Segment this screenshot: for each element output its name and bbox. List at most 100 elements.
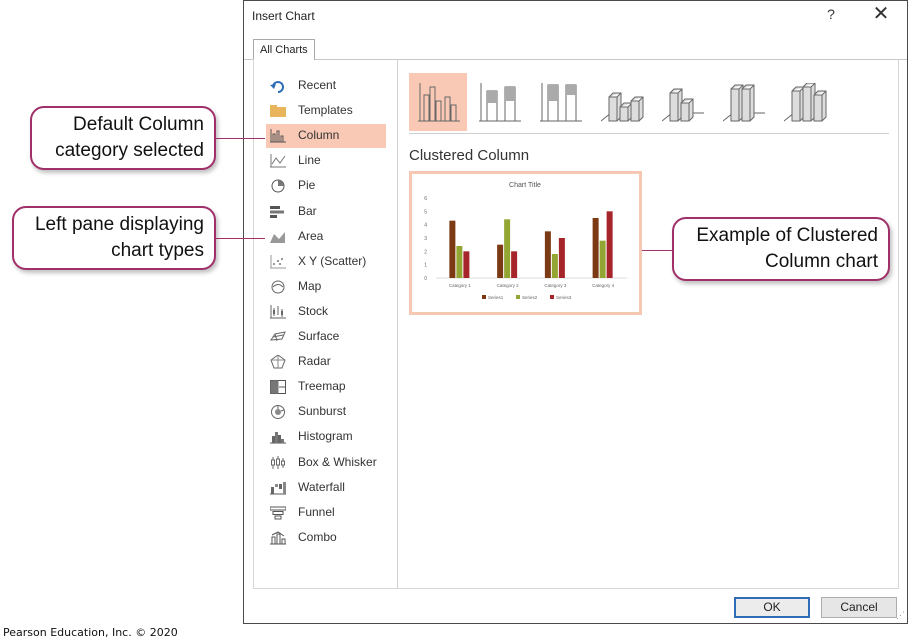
histogram-chart-icon [270,430,286,444]
y-tick-label: 5 [424,209,427,215]
tab-bar: All Charts [244,38,907,60]
ok-button[interactable]: OK [734,597,810,618]
cancel-button[interactable]: Cancel [821,597,897,618]
3d-100-stacked-column-icon[interactable] [714,73,772,131]
title-bar: Insert Chart ? ✕ [244,1,907,31]
callout-example-line1: Example of Clustered [696,225,878,246]
chart-type-stock[interactable]: Stock [266,300,386,324]
stacked-column-icon[interactable] [470,73,528,131]
callout-column-line1: Default Column [73,114,204,135]
chart-type-waterfall[interactable]: Waterfall [266,476,386,500]
callout-example-chart: Example of Clustered Column chart [672,217,890,281]
bar-series2-3 [551,254,558,278]
callout-column-line2: category selected [55,140,204,161]
chart-type-x-y-scatter[interactable]: X Y (Scatter) [266,250,386,274]
y-tick-label: 1 [424,263,427,269]
x-tick-label: Category 3 [544,283,567,288]
chart-type-label: Column [298,128,340,143]
y-tick-label: 0 [424,276,427,282]
bar-chart-icon [270,205,286,219]
y-tick-label: 3 [424,236,427,242]
chart-type-list: Recent Templates Column Line Pie Bar Area X Y (… [254,59,398,589]
bar-series1-3 [544,231,551,278]
chart-type-label: Stock [298,303,329,318]
copyright-text: Pearson Education, Inc. © 2020 [3,626,178,639]
preview-chart: Chart Title 0 1 2 3 4 5 6 Category 1 Category 2 Ca… [424,182,627,300]
chart-type-label: Histogram [298,429,353,444]
y-tick-label: 2 [424,249,427,255]
3d-clustered-column-icon[interactable] [592,73,650,131]
chart-subtype-gallery [409,73,889,134]
funnel-chart-icon [269,506,287,520]
chart-type-surface[interactable]: Surface [266,325,386,349]
bar-series1-1 [449,220,456,278]
surface-chart-icon [270,330,286,344]
chart-type-templates[interactable]: Templates [266,99,386,123]
chart-type-combo[interactable]: Combo [266,526,386,550]
legend-swatch-series3 [550,295,554,299]
chart-title: Chart Title [509,182,541,189]
tab-all-charts[interactable]: All Charts [253,39,315,60]
dialog-content: Recent Templates Column Line Pie Bar Area X Y (… [253,59,899,589]
chart-type-histogram[interactable]: Histogram [266,425,386,449]
chart-type-label: Treemap [298,379,346,394]
chart-type-label: X Y (Scatter) [298,253,367,268]
chart-type-recent[interactable]: Recent [266,74,386,98]
chart-type-area[interactable]: Area [266,225,386,249]
chart-type-label: Radar [298,354,331,369]
waterfall-chart-icon [270,481,286,495]
100-stacked-column-icon[interactable] [531,73,589,131]
chart-type-map[interactable]: Map [266,275,386,299]
folder-icon [270,104,286,118]
x-tick-label: Category 4 [592,283,615,288]
help-button[interactable]: ? [821,6,841,22]
callout-left-pane-line2: chart types [111,240,204,261]
chart-detail-pane: Clustered Column Chart Title 0 1 2 3 4 5 6 Categ… [399,59,898,589]
legend-swatch-series1 [482,295,486,299]
callout-left-pane-connector [216,238,265,239]
bar-series3-1 [463,251,470,278]
bar-series3-3 [558,238,565,278]
bar-series1-4 [592,218,599,278]
chart-type-radar[interactable]: Radar [266,350,386,374]
callout-left-pane: Left pane displaying chart types [12,206,216,270]
chart-type-label: Box & Whisker [298,454,377,469]
chart-type-line[interactable]: Line [266,149,386,173]
column-chart-icon [270,129,286,143]
chart-type-box-whisker[interactable]: Box & Whisker [266,451,386,475]
dialog-title: Insert Chart [252,9,315,23]
chart-type-column[interactable]: Column [266,124,386,149]
callout-column-selected: Default Column category selected [30,106,216,170]
insert-chart-dialog: Insert Chart ? ✕ All Charts Recent Templa… [243,0,908,624]
recent-icon [270,79,286,93]
chart-type-label: Recent [298,78,337,92]
chart-preview[interactable]: Chart Title 0 1 2 3 4 5 6 Category 1 Category 2 Ca… [409,171,642,315]
chart-type-funnel[interactable]: Funnel [266,501,386,525]
radar-chart-icon [270,354,286,369]
resize-grip-icon[interactable]: ⋰ [896,610,905,621]
callout-example-line2: Column chart [765,251,878,272]
chart-type-treemap[interactable]: Treemap [266,375,386,399]
chart-type-label: Sunburst [298,404,347,419]
pie-chart-icon [270,179,286,193]
y-tick-label: 6 [424,196,427,202]
chart-type-label: Bar [298,203,317,218]
map-chart-icon [270,280,286,294]
bar-series2-1 [456,246,463,278]
chart-type-pie[interactable]: Pie [266,174,386,198]
chart-type-sunburst[interactable]: Sunburst [266,400,386,424]
line-chart-icon [270,154,286,168]
chart-type-label: Combo [298,529,337,544]
callout-left-pane-line1: Left pane displaying [34,214,204,235]
bar-series3-2 [511,251,518,278]
3d-stacked-column-icon[interactable] [653,73,711,131]
chart-type-label: Funnel [298,504,335,519]
chart-type-label: Line [298,153,321,168]
3d-column-icon[interactable] [775,73,833,131]
close-button[interactable]: ✕ [869,3,893,25]
chart-type-label: Waterfall [298,479,345,494]
sunburst-chart-icon [270,405,286,420]
clustered-column-icon[interactable] [409,73,467,131]
bar-series1-2 [497,244,504,278]
chart-type-bar[interactable]: Bar [266,200,386,224]
